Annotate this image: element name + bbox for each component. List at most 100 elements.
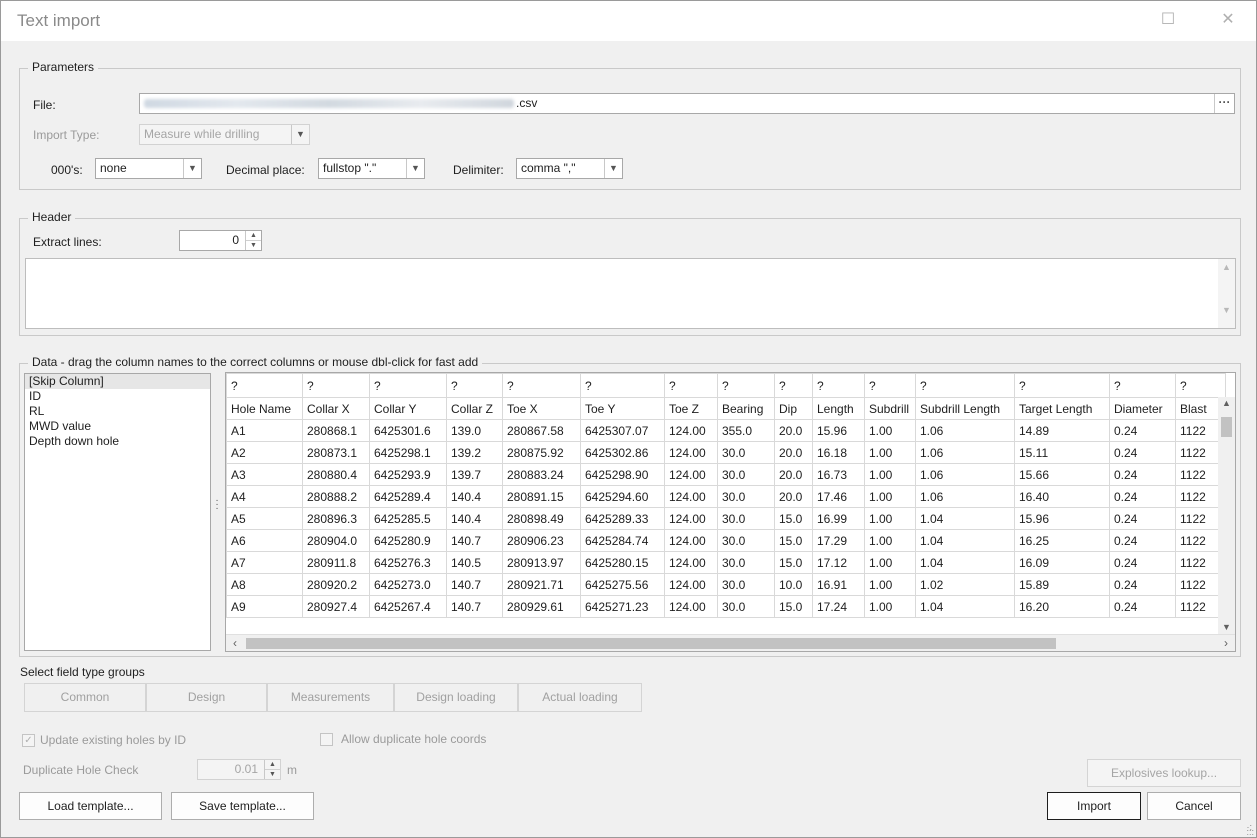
browse-file-button[interactable]: ··· xyxy=(1214,94,1234,113)
table-row[interactable]: A4 280888.2 6425289.4 140.4 280891.15 6425294… xyxy=(226,485,1226,508)
scroll-up-icon[interactable]: ▲ xyxy=(1218,398,1235,408)
column-type-cell[interactable]: ? xyxy=(446,373,503,398)
table-cell: 16.20 xyxy=(1014,595,1110,618)
table-cell: 16.91 xyxy=(812,573,865,596)
spin-down-icon[interactable]: ▼ xyxy=(265,769,280,778)
file-path-field[interactable]: .csv ··· xyxy=(139,93,1235,114)
column-type-cell[interactable]: ? xyxy=(369,373,447,398)
field-list-item[interactable]: ID xyxy=(25,389,210,404)
grid-vscroll-thumb[interactable] xyxy=(1221,417,1232,437)
table-row[interactable]: A3 280880.4 6425293.9 139.7 280883.24 6425298… xyxy=(226,463,1226,486)
column-type-cell[interactable]: ? xyxy=(1109,373,1176,398)
table-cell: 280868.1 xyxy=(302,419,370,442)
header-vertical-scrollbar[interactable]: ▲ ▼ xyxy=(1218,259,1235,328)
explosives-lookup-button[interactable]: Explosives lookup... xyxy=(1087,759,1241,787)
actual-loading-group-button[interactable]: Actual loading xyxy=(518,683,642,712)
import-button[interactable]: Import xyxy=(1047,792,1141,820)
decimal-value: fullstop "." xyxy=(323,161,377,175)
extract-lines-stepper[interactable]: 0 ▲ ▼ xyxy=(179,230,262,251)
measurements-group-button[interactable]: Measurements xyxy=(267,683,394,712)
table-cell: 10.0 xyxy=(774,573,813,596)
header-lines-textarea[interactable]: ▲ ▼ xyxy=(25,258,1236,329)
column-type-cell[interactable]: ? xyxy=(1175,373,1226,398)
update-existing-checkbox[interactable]: ✓ xyxy=(22,734,35,747)
design-group-button[interactable]: Design xyxy=(146,683,267,712)
spin-buttons[interactable]: ▲ ▼ xyxy=(245,231,261,250)
table-cell: 15.11 xyxy=(1014,441,1110,464)
table-cell: 140.4 xyxy=(446,485,503,508)
table-cell: 124.00 xyxy=(664,507,718,530)
table-cell: 16.99 xyxy=(812,507,865,530)
table-cell: 280904.0 xyxy=(302,529,370,552)
load-template-button[interactable]: Load template... xyxy=(19,792,162,820)
save-template-button[interactable]: Save template... xyxy=(171,792,314,820)
column-type-cell[interactable]: ? xyxy=(864,373,916,398)
grid-vertical-scrollbar[interactable]: ▲ ▼ xyxy=(1218,397,1235,634)
table-row[interactable]: A1 280868.1 6425301.6 139.0 280867.58 6425307… xyxy=(226,419,1226,442)
grid-hscroll-thumb[interactable] xyxy=(246,638,1056,649)
table-row[interactable]: A8 280920.2 6425273.0 140.7 280921.71 6425275… xyxy=(226,573,1226,596)
table-row[interactable]: A7 280911.8 6425276.3 140.5 280913.97 6425280… xyxy=(226,551,1226,574)
table-cell: 30.0 xyxy=(717,485,775,508)
table-cell: 0.24 xyxy=(1109,529,1176,552)
field-list-item[interactable]: Depth down hole xyxy=(25,434,210,449)
cancel-button[interactable]: Cancel xyxy=(1147,792,1241,820)
field-list-item[interactable]: RL xyxy=(25,404,210,419)
column-type-cell[interactable]: ? xyxy=(717,373,775,398)
column-header-cell: Target Length xyxy=(1014,397,1110,420)
close-icon[interactable]: ✕ xyxy=(1213,7,1243,33)
column-type-cell[interactable]: ? xyxy=(580,373,665,398)
splitter-grip-icon[interactable]: · · · xyxy=(213,496,221,514)
spin-up-icon[interactable]: ▲ xyxy=(265,760,280,769)
maximize-icon[interactable]: ☐ xyxy=(1153,7,1183,33)
scroll-up-icon[interactable]: ▲ xyxy=(1218,262,1235,272)
import-type-select[interactable]: Measure while drilling ▼ xyxy=(139,124,310,145)
column-type-row[interactable]: ??????????????? xyxy=(226,373,1226,398)
column-type-cell[interactable]: ? xyxy=(664,373,718,398)
scroll-down-icon[interactable]: ▼ xyxy=(1218,622,1235,632)
resize-grip-icon[interactable]: ·:::: xyxy=(1246,823,1254,837)
design-loading-group-button[interactable]: Design loading xyxy=(394,683,518,712)
column-header-row[interactable]: Hole Name Collar X Collar Y Collar Z Toe X To… xyxy=(226,397,1226,420)
table-cell: 0.24 xyxy=(1109,595,1176,618)
thousands-select[interactable]: none ▼ xyxy=(95,158,202,179)
table-cell: 30.0 xyxy=(717,507,775,530)
column-type-cell[interactable]: ? xyxy=(302,373,370,398)
table-cell: 20.0 xyxy=(774,419,813,442)
data-preview-grid[interactable]: ??????????????? Hole Name Collar X Collar Y… xyxy=(225,372,1236,652)
table-cell: 0.24 xyxy=(1109,485,1176,508)
field-name-list[interactable]: [Skip Column] ID RL MWD value Depth down hol… xyxy=(24,373,211,651)
decimal-select[interactable]: fullstop "." ▼ xyxy=(318,158,425,179)
table-row[interactable]: A5 280896.3 6425285.5 140.4 280898.49 6425289… xyxy=(226,507,1226,530)
scroll-down-icon[interactable]: ▼ xyxy=(1218,305,1235,315)
spin-buttons[interactable]: ▲ ▼ xyxy=(264,760,280,779)
column-type-cell[interactable]: ? xyxy=(226,373,303,398)
duplicate-check-stepper[interactable]: 0.01 ▲ ▼ xyxy=(197,759,281,780)
column-type-cell[interactable]: ? xyxy=(774,373,813,398)
table-cell: 124.00 xyxy=(664,419,718,442)
table-row[interactable]: A6 280904.0 6425280.9 140.7 280906.23 6425284… xyxy=(226,529,1226,552)
column-type-cell[interactable]: ? xyxy=(915,373,1015,398)
field-list-item[interactable]: MWD value xyxy=(25,419,210,434)
table-cell: 30.0 xyxy=(717,441,775,464)
table-row[interactable]: A2 280873.1 6425298.1 139.2 280875.92 6425302… xyxy=(226,441,1226,464)
spin-up-icon[interactable]: ▲ xyxy=(246,231,261,240)
common-group-button[interactable]: Common xyxy=(24,683,146,712)
grid-horizontal-scrollbar[interactable]: ‹ › xyxy=(226,634,1235,651)
column-type-cell[interactable]: ? xyxy=(1014,373,1110,398)
scroll-right-icon[interactable]: › xyxy=(1217,635,1235,651)
chevron-down-icon: ▼ xyxy=(291,125,309,144)
column-type-cell[interactable]: ? xyxy=(812,373,865,398)
delimiter-select[interactable]: comma "," ▼ xyxy=(516,158,623,179)
scroll-left-icon[interactable]: ‹ xyxy=(226,635,244,651)
column-header-cell: Collar X xyxy=(302,397,370,420)
table-cell: 17.46 xyxy=(812,485,865,508)
import-type-value: Measure while drilling xyxy=(144,127,260,141)
duplicate-check-label: Duplicate Hole Check xyxy=(23,763,139,777)
table-row[interactable]: A9 280927.4 6425267.4 140.7 280929.61 6425271… xyxy=(226,595,1226,618)
column-header-cell: Toe Y xyxy=(580,397,665,420)
spin-down-icon[interactable]: ▼ xyxy=(246,240,261,249)
field-list-item[interactable]: [Skip Column] xyxy=(25,374,210,389)
column-type-cell[interactable]: ? xyxy=(502,373,581,398)
allow-duplicate-checkbox[interactable] xyxy=(320,733,333,746)
